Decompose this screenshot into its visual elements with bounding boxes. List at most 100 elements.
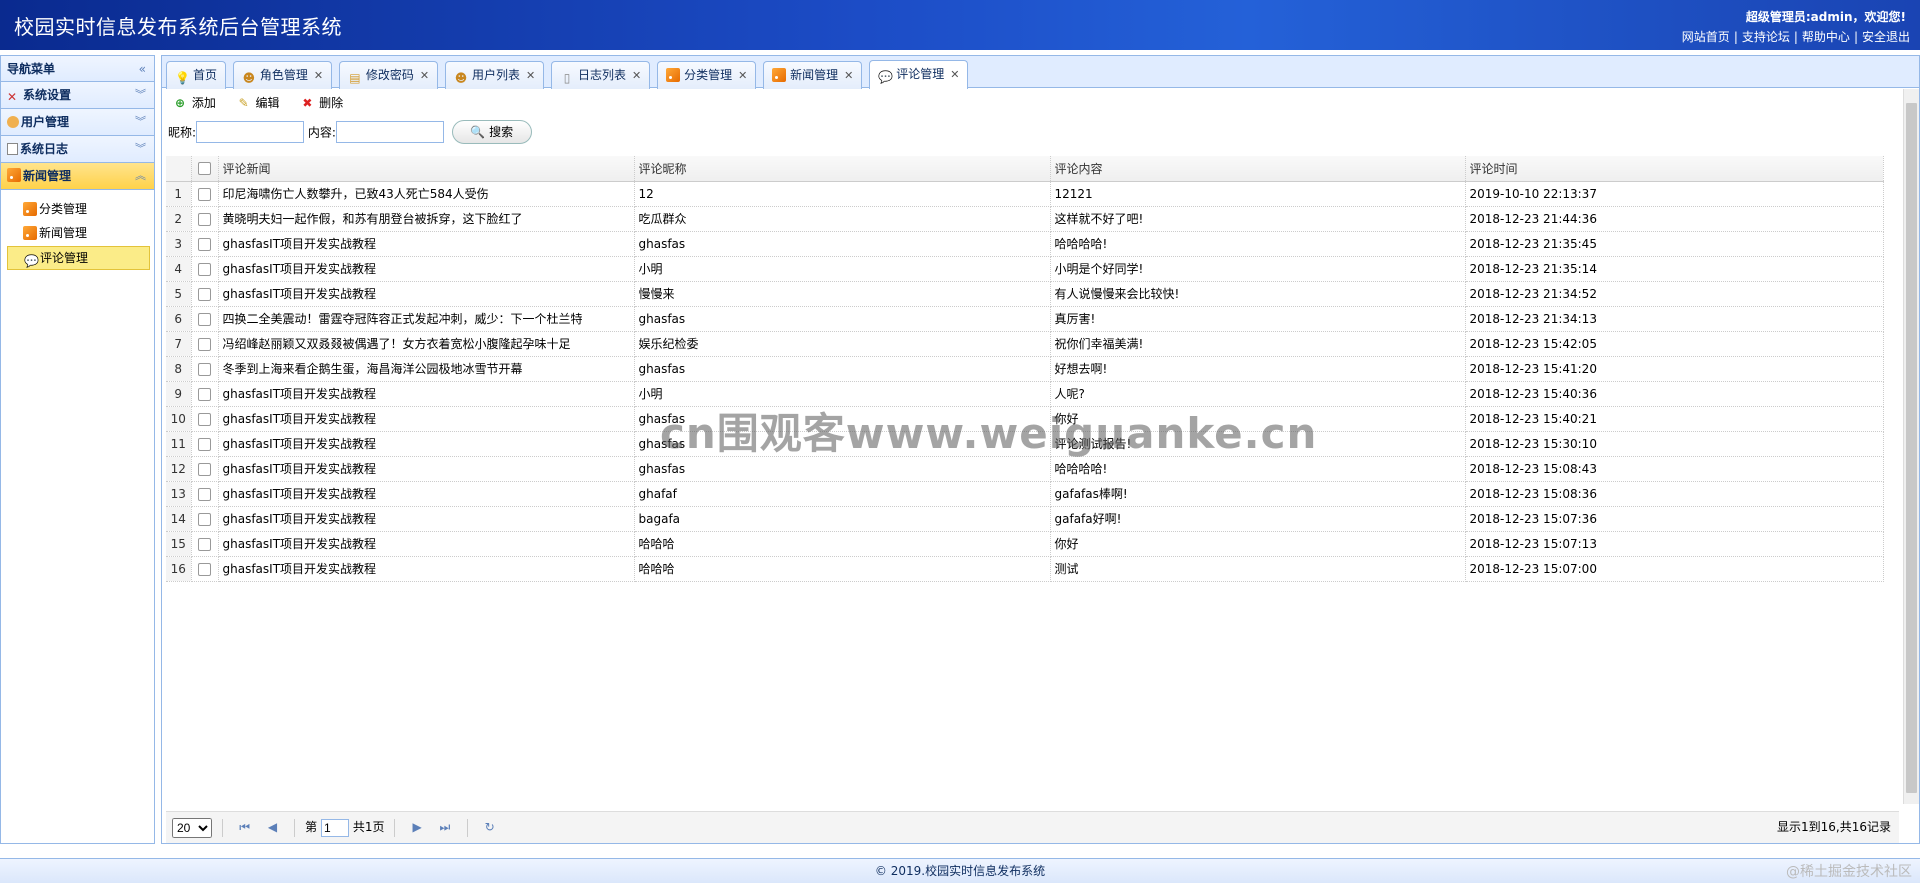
nav-item-category[interactable]: 分类管理 [21, 198, 150, 222]
nav-group-user-management[interactable]: 用户管理 ︾ [1, 109, 154, 136]
link-forum[interactable]: 支持论坛 [1742, 30, 1790, 44]
row-checkbox[interactable] [191, 256, 219, 282]
add-button[interactable]: ⊕ 添加 [172, 94, 216, 111]
close-icon[interactable]: ✕ [420, 69, 429, 82]
row-checkbox[interactable] [191, 406, 219, 432]
table-header-row: 评论新闻 评论昵称 评论内容 评论时间 [166, 156, 1884, 182]
tab-roles[interactable]: ☻ 角色管理 ✕ [232, 61, 333, 89]
table-row[interactable]: 1 印尼海啸伤亡人数攀升，已致43人死亡584人受伤 12 12121 2019-10-… [166, 181, 1884, 207]
row-checkbox[interactable] [191, 506, 219, 532]
table-row[interactable]: 2 黄晓明夫妇一起作假，和苏有朋登台被拆穿，这下脸红了 吃瓜群众 这样就不好了吧! 20… [166, 206, 1884, 232]
comment-news-cell: 印尼海啸伤亡人数攀升，已致43人死亡584人受伤 [218, 181, 635, 207]
row-checkbox[interactable] [191, 206, 219, 232]
table-row[interactable]: 14 ghasfasIT项目开发实战教程 bagafa gafafa好啊! 2018-1… [166, 506, 1884, 532]
row-checkbox[interactable] [191, 231, 219, 257]
tab-change-password[interactable]: ▤ 修改密码 ✕ [338, 61, 439, 89]
nav-item-news[interactable]: 新闻管理 [21, 222, 150, 246]
prev-page-icon[interactable]: ◀ [260, 812, 284, 842]
table-row[interactable]: 8 冬季到上海来看企鹅生蛋，海昌海洋公园极地冰雪节开幕 ghasfas 好想去啊! 20… [166, 356, 1884, 382]
row-checkbox[interactable] [191, 306, 219, 332]
table-row[interactable]: 6 四换二全美震动！雷霆夺冠阵容正式发起冲刺，威少：下一个杜兰特 ghasfas 真厉… [166, 306, 1884, 332]
edit-label: 编辑 [255, 96, 280, 110]
comment-news-cell: ghasfasIT项目开发实战教程 [218, 256, 635, 282]
rss-icon [666, 68, 681, 82]
close-icon[interactable]: ✕ [950, 68, 959, 81]
add-label: 添加 [191, 96, 216, 110]
vertical-scrollbar[interactable] [1903, 89, 1919, 804]
comment-time-cell: 2018-12-23 15:08:36 [1465, 481, 1884, 507]
row-number-header [166, 156, 192, 182]
tab-category[interactable]: 分类管理 ✕ [657, 61, 757, 89]
table-row[interactable]: 15 ghasfasIT项目开发实战教程 哈哈哈 你好 2018-12-23 15:07… [166, 531, 1884, 557]
close-icon[interactable]: ✕ [632, 69, 641, 82]
comment-news-cell: ghasfasIT项目开发实战教程 [218, 281, 635, 307]
nav-group-system-log[interactable]: 系统日志 ︾ [1, 136, 154, 163]
comments-grid: 评论新闻 评论昵称 评论内容 评论时间 1 印尼海啸伤亡人数攀升，已致43人死亡5… [166, 156, 1884, 582]
column-header[interactable]: 评论内容 [1050, 156, 1466, 182]
tab-log-list[interactable]: ▯ 日志列表 ✕ [551, 61, 651, 89]
table-row[interactable]: 3 ghasfasIT项目开发实战教程 ghasfas 哈哈哈哈! 2018-12-23… [166, 231, 1884, 257]
row-checkbox[interactable] [191, 556, 219, 582]
link-home[interactable]: 网站首页 [1682, 30, 1730, 44]
collapse-left-icon[interactable]: « [139, 56, 146, 82]
tab-label: 新闻管理 [790, 68, 839, 82]
row-checkbox[interactable] [191, 431, 219, 457]
table-row[interactable]: 4 ghasfasIT项目开发实战教程 小明 小明是个好同学! 2018-12-23 2… [166, 256, 1884, 282]
comment-time-cell: 2018-12-23 21:35:14 [1465, 256, 1884, 282]
nav-group-label: 新闻管理 [23, 169, 72, 183]
column-header[interactable]: 评论新闻 [218, 156, 635, 182]
column-header[interactable]: 评论时间 [1465, 156, 1884, 182]
table-row[interactable]: 13 ghasfasIT项目开发实战教程 ghafaf gafafas棒啊! 2018-… [166, 481, 1884, 507]
nickname-input[interactable] [196, 121, 305, 143]
row-number: 9 [166, 381, 192, 407]
tab-news[interactable]: 新闻管理 ✕ [763, 61, 863, 89]
close-icon[interactable]: ✕ [738, 69, 747, 82]
first-page-icon[interactable]: ⏮ [233, 812, 257, 842]
app-header: 校园实时信息发布系统后台管理系统 超级管理员:admin，欢迎您! 网站首页 | 支… [0, 0, 1920, 50]
search-button[interactable]: 🔍 搜索 [451, 120, 532, 144]
table-row[interactable]: 5 ghasfasIT项目开发实战教程 慢慢来 有人说慢慢来会比较快! 2018-12-… [166, 281, 1884, 307]
table-row[interactable]: 16 ghasfasIT项目开发实战教程 哈哈哈 测试 2018-12-23 15:07… [166, 556, 1884, 582]
last-page-icon[interactable]: ⏭ [433, 812, 457, 842]
tab-label: 首页 [193, 68, 218, 82]
select-all-checkbox[interactable] [191, 156, 219, 182]
page-number-input[interactable] [320, 818, 349, 837]
nav-group-news-management[interactable]: 新闻管理 ︽ [1, 163, 154, 190]
content-input[interactable] [335, 121, 444, 143]
page-size-select[interactable]: 20 [172, 817, 212, 838]
comment-nickname-cell: 娱乐纪检委 [634, 331, 1051, 357]
row-checkbox[interactable] [191, 331, 219, 357]
nav-item-comments[interactable]: 💬评论管理 [7, 246, 150, 270]
tab-user-list[interactable]: ☻ 用户列表 ✕ [444, 61, 545, 89]
comment-content-cell: 12121 [1050, 181, 1466, 207]
row-checkbox[interactable] [191, 531, 219, 557]
close-icon[interactable]: ✕ [314, 69, 323, 82]
table-row[interactable]: 7 冯绍峰赵丽颖又双叒叕被偶遇了！女方衣着宽松小腹隆起孕味十足 娱乐纪检委 祝你们幸福… [166, 331, 1884, 357]
close-icon[interactable]: ✕ [526, 69, 535, 82]
folder-icon: ▤ [349, 71, 361, 85]
nav-group-system-settings[interactable]: ✕ 系统设置 ︾ [1, 82, 154, 109]
row-checkbox[interactable] [191, 456, 219, 482]
comment-time-cell: 2018-12-23 15:40:36 [1465, 381, 1884, 407]
edit-button[interactable]: ✎ 编辑 [236, 94, 280, 111]
refresh-icon[interactable]: ↻ [478, 812, 502, 842]
delete-button[interactable]: ✖ 删除 [299, 94, 343, 111]
tab-home[interactable]: 💡 首页 [166, 61, 227, 89]
scrollbar-thumb[interactable] [1906, 103, 1917, 793]
row-checkbox[interactable] [191, 481, 219, 507]
row-checkbox[interactable] [191, 356, 219, 382]
close-icon[interactable]: ✕ [844, 69, 853, 82]
row-checkbox[interactable] [191, 281, 219, 307]
tab-comments[interactable]: 💬 评论管理 ✕ [869, 60, 969, 89]
row-number: 14 [166, 506, 192, 532]
row-checkbox[interactable] [191, 381, 219, 407]
row-checkbox[interactable] [191, 181, 219, 207]
next-page-icon[interactable]: ▶ [405, 812, 429, 842]
chevron-down-icon: ︾ [135, 88, 146, 101]
comment-time-cell: 2018-12-23 21:34:13 [1465, 306, 1884, 332]
search-icon: 🔍 [470, 125, 486, 139]
link-logout[interactable]: 安全退出 [1862, 30, 1910, 44]
column-header[interactable]: 评论昵称 [634, 156, 1051, 182]
comment-content-cell: 好想去啊! [1050, 356, 1466, 382]
link-help[interactable]: 帮助中心 [1802, 30, 1850, 44]
